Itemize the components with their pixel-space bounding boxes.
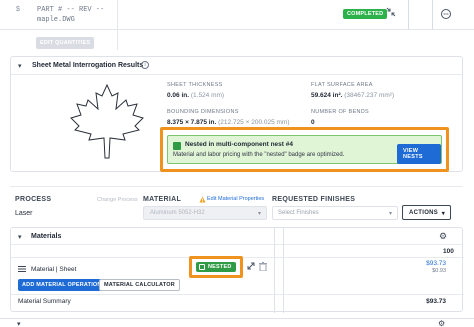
part-meta: PART # -- REV -- maple.DWG [37,5,104,25]
expand-icon[interactable] [247,262,255,272]
warning-icon [199,196,206,203]
materials-header[interactable]: ▾ Materials ⚙ [11,228,462,245]
material-price[interactable]: $93.73 [426,260,446,267]
status-badge: COMPLETED [343,9,388,19]
gear-icon[interactable]: ⚙ [438,319,445,327]
part-header: $ PART # -- REV -- maple.DWG COMPLETED [0,0,474,30]
chevron-down-icon: ▾ [388,211,392,217]
bends-value: 0 [311,119,315,126]
divider [117,30,118,50]
material-summary-total: $93.73 [426,298,446,305]
nest-icon [199,264,205,270]
process-label: PROCESS [15,196,52,203]
card-title: Sheet Metal Interrogation Results [32,62,144,69]
nested-badge-label: NESTED [208,264,232,270]
thickness-value: 0.06 in. (1.524 mm) [167,92,225,99]
chevron-down-icon: ▾ [441,211,445,217]
add-material-operation-button[interactable]: ADD MATERIAL OPERATION [18,279,106,291]
trash-icon[interactable] [259,262,267,272]
divider [432,0,433,30]
bends-label: NUMBER OF BENDS [311,109,369,115]
next-section-header: ▾ ⚙ [0,318,474,327]
finishes-label: REQUESTED FINISHES [272,196,356,203]
flat-area-label: FLAT SURFACE AREA [311,82,373,88]
actions-label: ACTIONS [409,210,439,216]
chevron-down-icon: ▾ [257,211,261,217]
divider [283,228,284,313]
gear-icon[interactable]: ⚙ [439,231,447,242]
bounding-label: BOUNDING DIMENSIONS [167,109,239,115]
file-name: maple.DWG [37,16,75,24]
info-icon[interactable]: i [141,61,149,69]
nest-title: Nested in multi-component nest #4 [185,141,293,148]
nest-description: Material and labor pricing with the "nes… [173,152,345,158]
maple-leaf-outline [70,83,144,159]
material-calculator-button[interactable]: MATERIAL CALCULATOR [99,279,180,291]
divider [117,0,118,30]
divider [10,186,463,187]
quantity-header: 100 [443,248,454,255]
thickness-label: SHEET THICKNESS [167,82,223,88]
flat-area-value: 59.624 in². (38467.237 mm²) [311,92,395,99]
part-label: PART # -- REV -- [37,6,105,14]
chevron-down-icon[interactable]: ▾ [18,62,22,70]
material-label: MATERIAL [143,196,182,203]
material-row-label: Material | Sheet [31,266,77,273]
material-unit-price: $0.93 [432,268,446,274]
nest-icon [173,142,181,150]
divider [408,0,409,30]
nest-notice: Nested in multi-component nest #4 Materi… [167,135,442,164]
process-value: Laser [15,210,33,217]
chevron-down-icon[interactable]: ▾ [18,233,22,241]
material-select[interactable]: Aluminum 5052-H32 ▾ [143,206,267,220]
material-value: Aluminum 5052-H32 [150,210,205,216]
card-header[interactable]: ▾ Sheet Metal Interrogation Results i [11,57,462,75]
view-nests-button[interactable]: VIEW NESTS [397,144,441,164]
part-preview [59,82,155,166]
change-process-link[interactable]: Change Process [97,197,138,203]
drag-handle-icon[interactable] [18,266,26,272]
actions-button[interactable]: ACTIONS ▾ [402,205,451,220]
collapse-icon[interactable] [386,7,396,17]
part-number-prefix: $ [16,6,20,13]
edit-material-link[interactable]: Edit Material Properties [207,196,264,202]
divider [274,228,275,313]
finishes-placeholder: Select Finishes [278,210,319,216]
page: $ PART # -- REV -- maple.DWG COMPLETED E… [0,0,474,327]
bounding-value: 8.375 × 7.875 in. (212.725 × 200.025 mm) [167,119,290,126]
chat-icon[interactable] [440,8,452,20]
material-summary-label: Material Summary [18,298,71,305]
divider [11,294,464,295]
finishes-select[interactable]: Select Finishes ▾ [272,206,398,220]
nested-badge: NESTED [196,262,236,272]
materials-title: Materials [31,233,62,240]
chevron-down-icon[interactable]: ▾ [17,320,21,327]
edit-quantities-button[interactable]: EDIT QUANTITIES [36,37,95,49]
